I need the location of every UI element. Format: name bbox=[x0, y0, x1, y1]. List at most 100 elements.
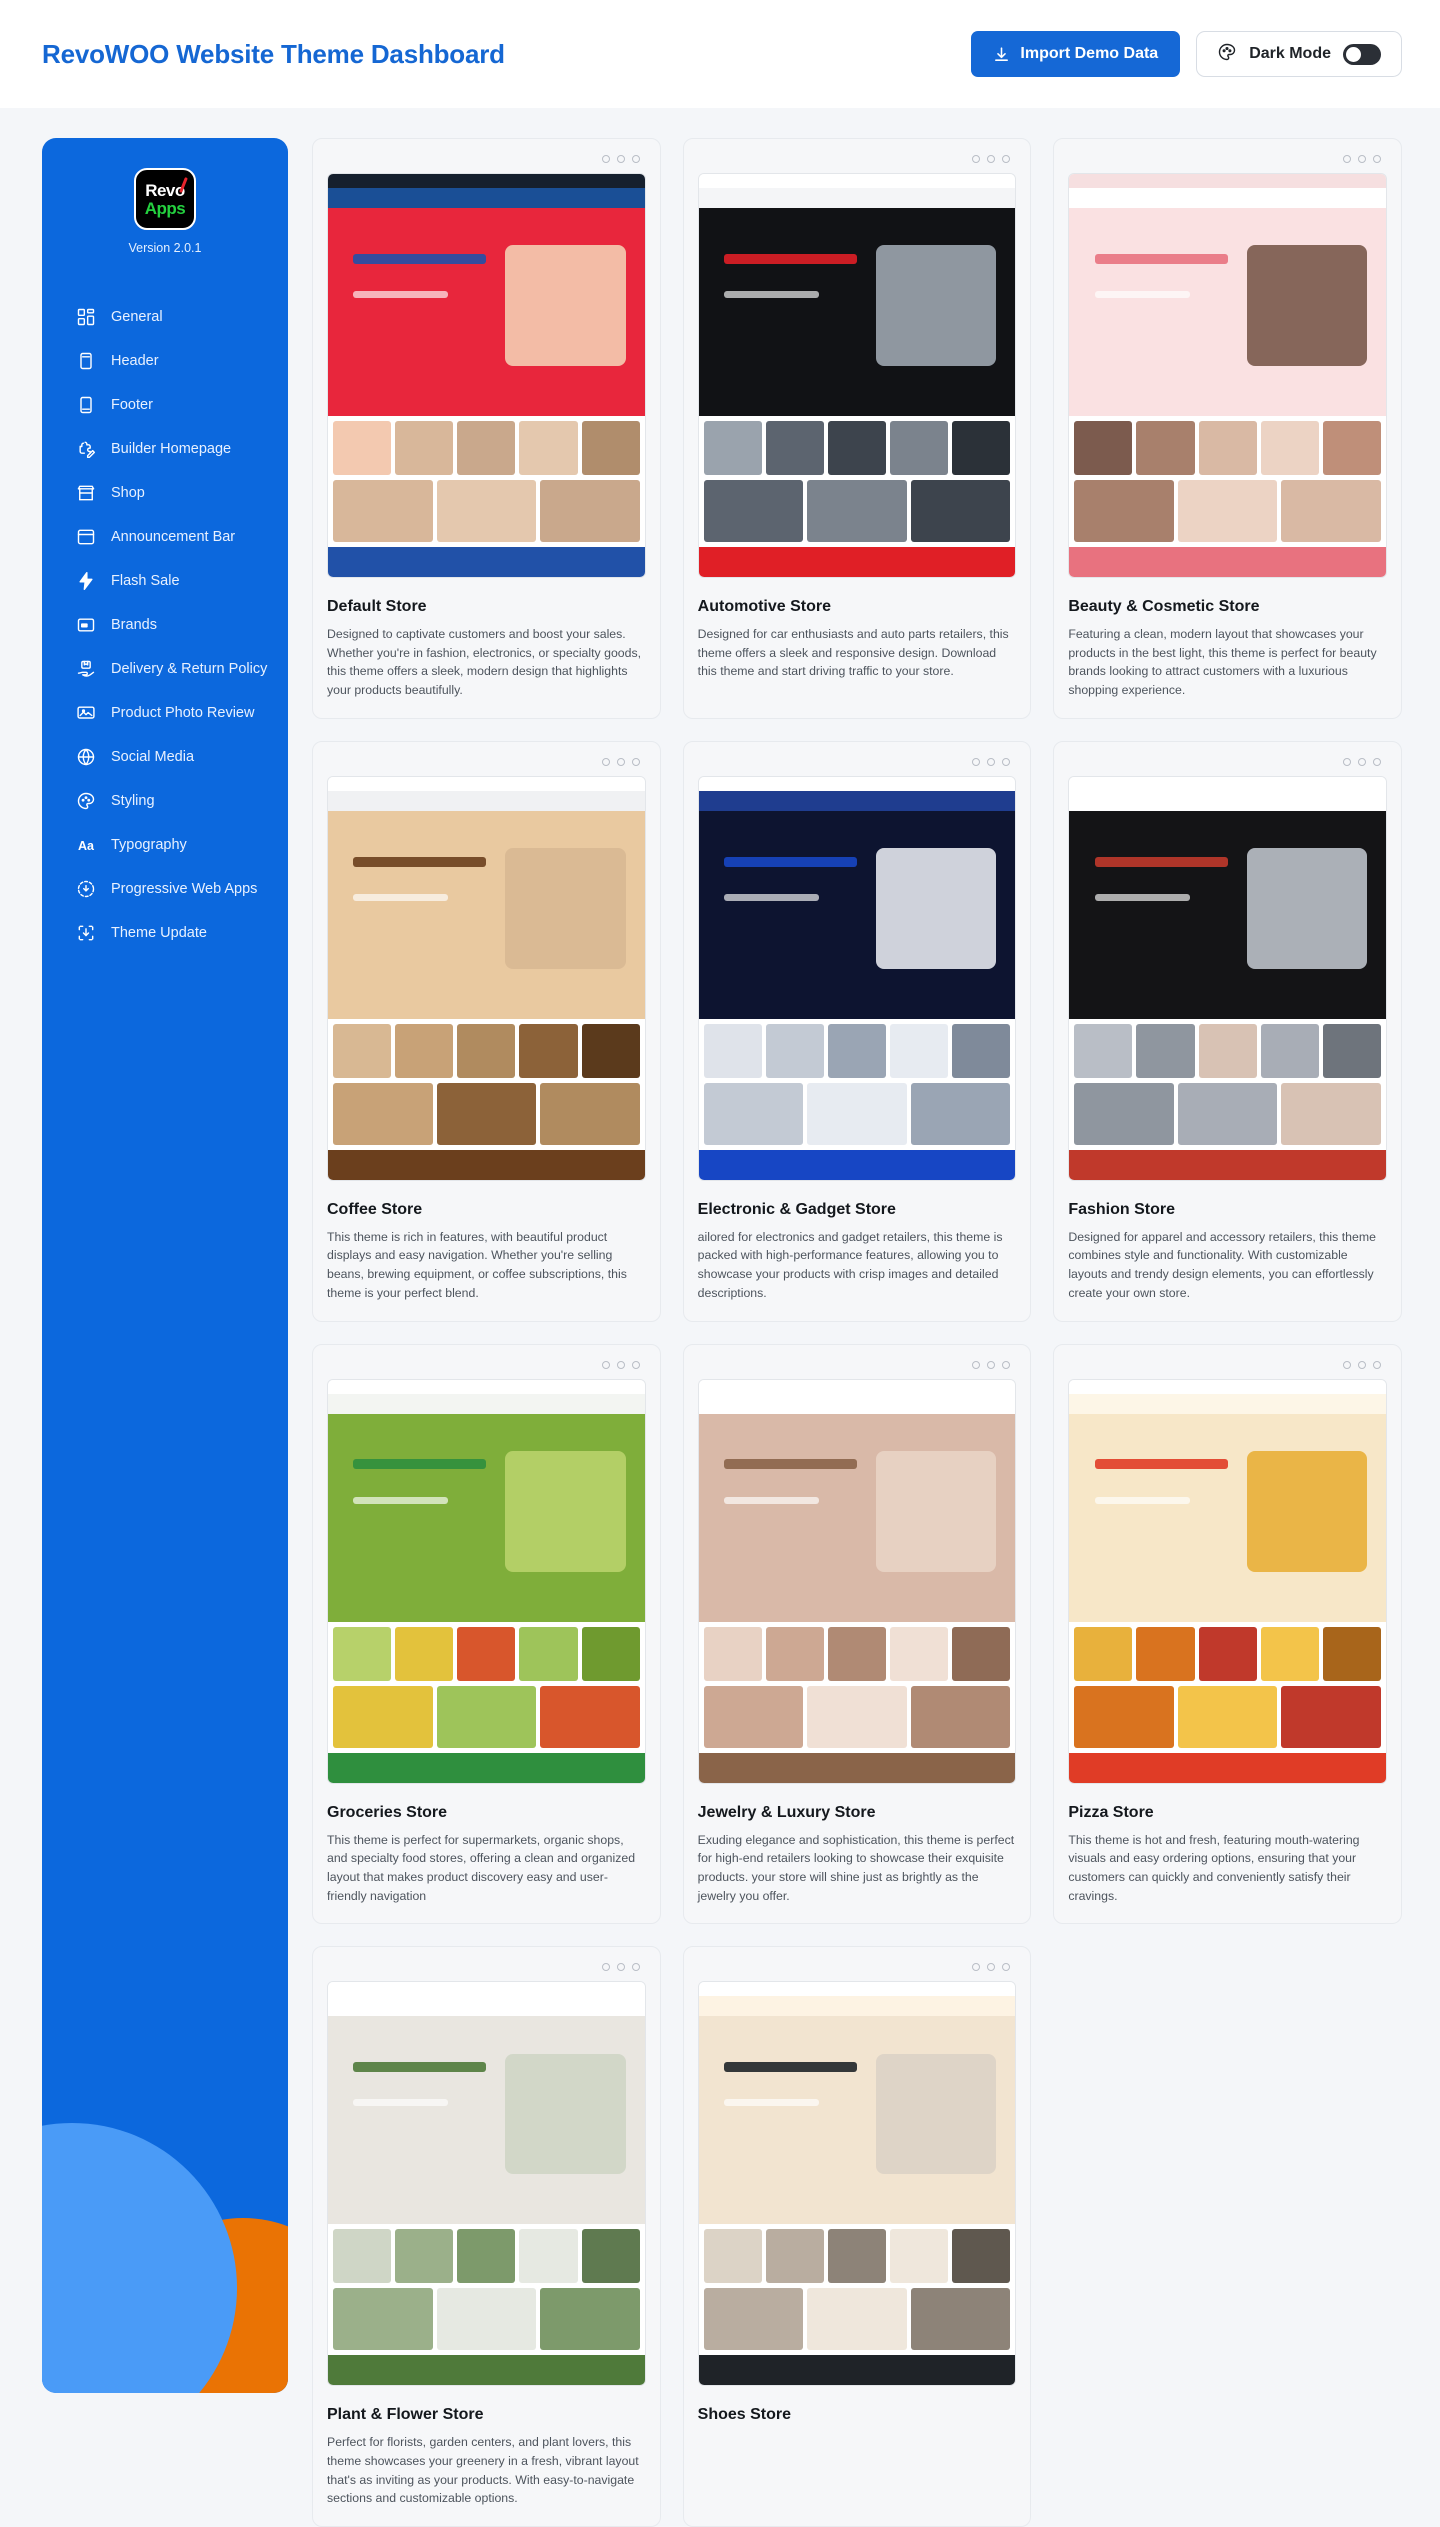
theme-card[interactable]: Default Store Designed to captivate custo… bbox=[312, 138, 661, 719]
sidebar-item-product-photo-review[interactable]: Product Photo Review bbox=[42, 691, 288, 735]
window-dot-icon[interactable] bbox=[631, 757, 640, 766]
sidebar-item-announcement-bar[interactable]: Announcement Bar bbox=[42, 515, 288, 559]
sidebar-item-header[interactable]: Header bbox=[42, 339, 288, 383]
window-dot-icon[interactable] bbox=[616, 1360, 625, 1369]
theme-preview-image[interactable] bbox=[327, 1378, 646, 1784]
sidebar-item-typography[interactable]: Aa Typography bbox=[42, 823, 288, 867]
window-dot-icon[interactable] bbox=[972, 155, 981, 163]
sidebar-item-flash-sale[interactable]: Flash Sale bbox=[42, 559, 288, 603]
preview-hero bbox=[1069, 208, 1386, 416]
theme-card[interactable]: Shoes Store bbox=[682, 1946, 1032, 2527]
theme-preview-image[interactable] bbox=[1068, 775, 1387, 1181]
preview-banner bbox=[1069, 547, 1386, 577]
window-dot-icon[interactable] bbox=[972, 757, 981, 766]
dark-mode-button[interactable]: Dark Mode bbox=[1196, 31, 1402, 77]
sidebar-item-label: Delivery & Return Policy bbox=[111, 661, 268, 677]
theme-card[interactable]: Fashion Store Designed for apparel and ac… bbox=[1053, 740, 1402, 1322]
window-dot-icon[interactable] bbox=[601, 155, 610, 163]
theme-card[interactable]: Electronic & Gadget Store ailored for ele… bbox=[682, 740, 1032, 1322]
preview-product-row bbox=[698, 480, 1016, 547]
preview-category-row bbox=[698, 416, 1016, 480]
window-dot-icon[interactable] bbox=[987, 1360, 996, 1369]
preview-banner bbox=[698, 1149, 1016, 1180]
theme-preview-image[interactable] bbox=[327, 775, 646, 1181]
preview-topbar bbox=[698, 1982, 1016, 1997]
window-dot-icon[interactable] bbox=[631, 155, 640, 163]
window-dot-icon[interactable] bbox=[987, 155, 996, 163]
preview-banner bbox=[328, 547, 645, 577]
theme-title: Automotive Store bbox=[697, 598, 831, 615]
sidebar-item-social-media[interactable]: Social Media bbox=[42, 735, 288, 779]
theme-card[interactable]: Groceries Store This theme is perfect for… bbox=[312, 1343, 661, 1925]
window-dot-icon[interactable] bbox=[1002, 155, 1011, 163]
store-icon bbox=[76, 483, 96, 503]
preview-hero bbox=[698, 1413, 1016, 1622]
sidebar-item-general[interactable]: General bbox=[42, 295, 288, 339]
window-dot-icon[interactable] bbox=[1372, 1360, 1381, 1369]
theme-card[interactable]: Jewelry & Luxury Store Exuding elegance a… bbox=[682, 1343, 1032, 1925]
window-dot-icon[interactable] bbox=[1002, 1360, 1011, 1369]
theme-preview-image[interactable] bbox=[697, 775, 1017, 1181]
theme-card[interactable]: Automotive Store Designed for car enthusi… bbox=[682, 138, 1032, 719]
window-dot-icon[interactable] bbox=[1372, 155, 1381, 163]
window-dot-icon[interactable] bbox=[1342, 1360, 1351, 1369]
theme-card[interactable]: Plant & Flower Store Perfect for florists… bbox=[312, 1946, 661, 2527]
theme-preview-image[interactable] bbox=[327, 1981, 646, 2387]
sidebar-item-shop[interactable]: Shop bbox=[42, 471, 288, 515]
import-demo-data-button[interactable]: Import Demo Data bbox=[971, 31, 1181, 77]
theme-preview-image[interactable] bbox=[697, 1378, 1017, 1784]
preview-nav bbox=[698, 1996, 1016, 2017]
sidebar-item-builder-homepage[interactable]: Builder Homepage bbox=[42, 427, 288, 471]
sidebar-item-styling[interactable]: Styling bbox=[42, 779, 288, 823]
dark-mode-toggle[interactable] bbox=[1343, 43, 1381, 65]
window-dot-icon[interactable] bbox=[1357, 1360, 1366, 1369]
theme-card[interactable]: Beauty & Cosmetic Store Featuring a clean… bbox=[1053, 138, 1402, 719]
theme-preview-image[interactable] bbox=[1068, 1378, 1387, 1784]
sidebar-item-delivery-return-policy[interactable]: Delivery & Return Policy bbox=[42, 647, 288, 691]
window-dot-icon[interactable] bbox=[601, 757, 610, 766]
sidebar-item-label: Typography bbox=[111, 837, 187, 853]
theme-title: Beauty & Cosmetic Store bbox=[1068, 598, 1260, 615]
window-dot-icon[interactable] bbox=[1002, 757, 1011, 766]
sidebar-item-footer[interactable]: Footer bbox=[42, 383, 288, 427]
theme-preview-image[interactable] bbox=[697, 1981, 1017, 2387]
window-dot-icon[interactable] bbox=[616, 1963, 625, 1972]
theme-preview-image[interactable] bbox=[697, 173, 1017, 578]
window-dot-icon[interactable] bbox=[631, 1963, 640, 1972]
theme-card[interactable]: Pizza Store This theme is hot and fresh, … bbox=[1053, 1343, 1402, 1925]
preview-category-row bbox=[1069, 1018, 1386, 1083]
window-dot-icon[interactable] bbox=[1342, 757, 1351, 766]
theme-preview-image[interactable] bbox=[327, 173, 646, 578]
window-dot-icon[interactable] bbox=[1357, 155, 1366, 163]
theme-gallery: Default Store Designed to captivate custo… bbox=[312, 138, 1402, 2527]
window-dot-icon[interactable] bbox=[616, 757, 625, 766]
theme-preview-mock bbox=[328, 1379, 645, 1783]
window-dot-icon[interactable] bbox=[631, 1360, 640, 1369]
window-dot-icon[interactable] bbox=[1342, 155, 1351, 163]
brand-card-icon bbox=[76, 615, 96, 635]
sidebar-item-progressive-web-apps[interactable]: Progressive Web Apps bbox=[42, 867, 288, 911]
window-dot-icon[interactable] bbox=[1372, 757, 1381, 766]
window-dot-icon[interactable] bbox=[987, 1963, 996, 1972]
theme-title: Shoes Store bbox=[697, 2406, 792, 2424]
theme-card[interactable]: Coffee Store This theme is rich in featur… bbox=[312, 740, 661, 1322]
puzzle-pencil-icon bbox=[76, 439, 96, 459]
theme-preview-image[interactable] bbox=[1068, 173, 1387, 578]
window-dot-icon[interactable] bbox=[972, 1360, 981, 1369]
window-dots bbox=[327, 153, 646, 173]
main-shell: Revo Apps Version 2.0.1 General Header Foo… bbox=[0, 108, 1440, 2527]
window-dots bbox=[698, 153, 1017, 173]
preview-topbar bbox=[328, 776, 645, 791]
sidebar-item-brands[interactable]: Brands bbox=[42, 603, 288, 647]
preview-category-row bbox=[1069, 1621, 1386, 1686]
window-dot-icon[interactable] bbox=[616, 155, 625, 163]
window-dot-icon[interactable] bbox=[1357, 757, 1366, 766]
sidebar-item-theme-update[interactable]: Theme Update bbox=[42, 911, 288, 955]
window-dot-icon[interactable] bbox=[601, 1360, 610, 1369]
window-dot-icon[interactable] bbox=[972, 1963, 981, 1972]
window-dot-icon[interactable] bbox=[1002, 1963, 1011, 1972]
window-dot-icon[interactable] bbox=[987, 757, 996, 766]
preview-topbar bbox=[698, 776, 1016, 791]
window-dot-icon[interactable] bbox=[601, 1963, 610, 1972]
theme-description: Perfect for florists, garden centers, an… bbox=[327, 2435, 639, 2506]
